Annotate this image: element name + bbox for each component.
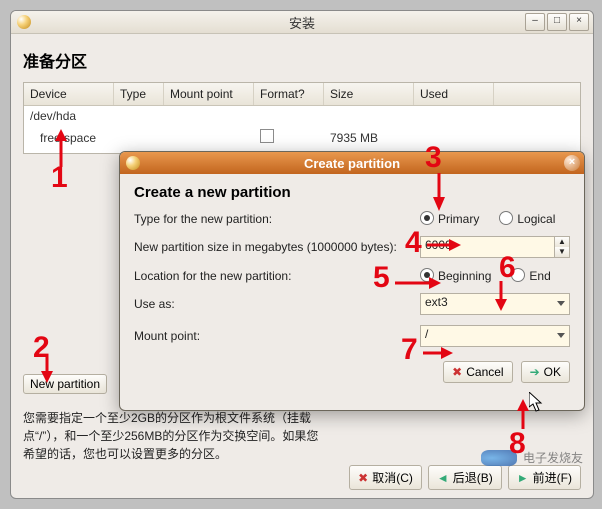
row-device: free space [24, 128, 114, 148]
watermark-logo [481, 450, 517, 466]
row-device: /dev/hda [24, 106, 114, 126]
table-row[interactable]: free space 7935 MB [24, 126, 580, 149]
col-device[interactable]: Device [24, 83, 114, 105]
hint-text: 您需要指定一个至少2GB的分区作为根文件系统（挂载 点“/”），和一个至少256… [23, 409, 373, 463]
partition-table: Device Type Mount point Format? Size Use… [23, 82, 581, 154]
radio-icon [420, 268, 434, 282]
label-use-as: Use as: [134, 297, 402, 311]
forward-icon: ► [517, 471, 529, 485]
radio-icon [420, 211, 434, 225]
location-beginning-option[interactable]: Beginning [420, 268, 491, 283]
cancel-button[interactable]: ✖ 取消(C) [349, 465, 422, 490]
col-size[interactable]: Size [324, 83, 414, 105]
ok-icon: ➔ [530, 365, 540, 379]
radio-icon [511, 268, 525, 282]
footer-buttons: ✖ 取消(C) ◄ 后退(B) ► 前进(F) [349, 465, 581, 490]
annotation-1: 1 [51, 161, 68, 195]
label-mount: Mount point: [134, 329, 402, 343]
label-location: Location for the new partition: [134, 269, 402, 283]
dialog-body: Create a new partition Type for the new … [120, 174, 584, 391]
content-area: 准备分区 Device Type Mount point Format? Siz… [11, 34, 593, 162]
use-as-select[interactable]: ext3 [420, 293, 570, 315]
forward-button[interactable]: ► 前进(F) [508, 465, 581, 490]
mount-point-select[interactable]: / [420, 325, 570, 347]
minimize-button[interactable]: – [525, 13, 545, 31]
label-size: New partition size in megabytes (1000000… [134, 240, 402, 254]
location-radio-group: Beginning End [420, 268, 570, 283]
annotation-2: 2 [33, 331, 50, 365]
spin-buttons[interactable]: ▲▼ [554, 236, 570, 258]
dialog-title: Create partition [304, 156, 400, 171]
cancel-icon: ✖ [452, 365, 462, 379]
window-controls: – □ × [523, 13, 589, 31]
installer-window: 安装 – □ × 准备分区 Device Type Mount point Fo… [10, 10, 594, 499]
location-end-option[interactable]: End [511, 268, 550, 283]
cancel-icon: ✖ [358, 471, 368, 485]
dialog-form: Type for the new partition: Primary Logi… [134, 211, 570, 347]
type-primary-option[interactable]: Primary [420, 211, 479, 226]
dialog-cancel-button[interactable]: ✖ Cancel [443, 361, 512, 383]
table-row[interactable]: /dev/hda [24, 106, 580, 126]
close-button[interactable]: × [569, 13, 589, 31]
dialog-heading: Create a new partition [134, 184, 570, 201]
app-icon [17, 15, 31, 29]
new-partition-button[interactable]: New partition [23, 374, 107, 394]
checkbox-icon [260, 129, 274, 143]
table-header: Device Type Mount point Format? Size Use… [24, 83, 580, 106]
spin-down-icon[interactable]: ▼ [555, 247, 569, 257]
size-spinner[interactable]: 6000 ▲▼ [420, 236, 570, 258]
label-type: Type for the new partition: [134, 212, 402, 226]
col-type[interactable]: Type [114, 83, 164, 105]
back-icon: ◄ [437, 471, 449, 485]
watermark-text: 电子发烧友 [523, 449, 583, 466]
radio-icon [499, 211, 513, 225]
window-title: 安装 [289, 13, 315, 32]
dialog-close-button[interactable]: × [564, 155, 580, 171]
dialog-actions: ✖ Cancel ➔ OK [134, 361, 570, 383]
dialog-titlebar: Create partition × [120, 152, 584, 174]
maximize-button[interactable]: □ [547, 13, 567, 31]
type-logical-option[interactable]: Logical [499, 211, 555, 226]
type-radio-group: Primary Logical [420, 211, 570, 226]
app-icon [126, 156, 140, 170]
col-format[interactable]: Format? [254, 83, 324, 105]
page-title: 准备分区 [23, 48, 581, 72]
col-mount[interactable]: Mount point [164, 83, 254, 105]
create-partition-dialog: Create partition × Create a new partitio… [119, 151, 585, 411]
watermark: 电子发烧友 [481, 449, 583, 466]
col-used[interactable]: Used [414, 83, 494, 105]
back-button[interactable]: ◄ 后退(B) [428, 465, 502, 490]
dialog-ok-button[interactable]: ➔ OK [521, 361, 570, 383]
size-input[interactable]: 6000 [420, 236, 554, 258]
row-size: 7935 MB [324, 128, 414, 148]
format-checkbox[interactable] [254, 126, 324, 149]
titlebar: 安装 – □ × [11, 11, 593, 34]
spin-up-icon[interactable]: ▲ [555, 237, 569, 247]
